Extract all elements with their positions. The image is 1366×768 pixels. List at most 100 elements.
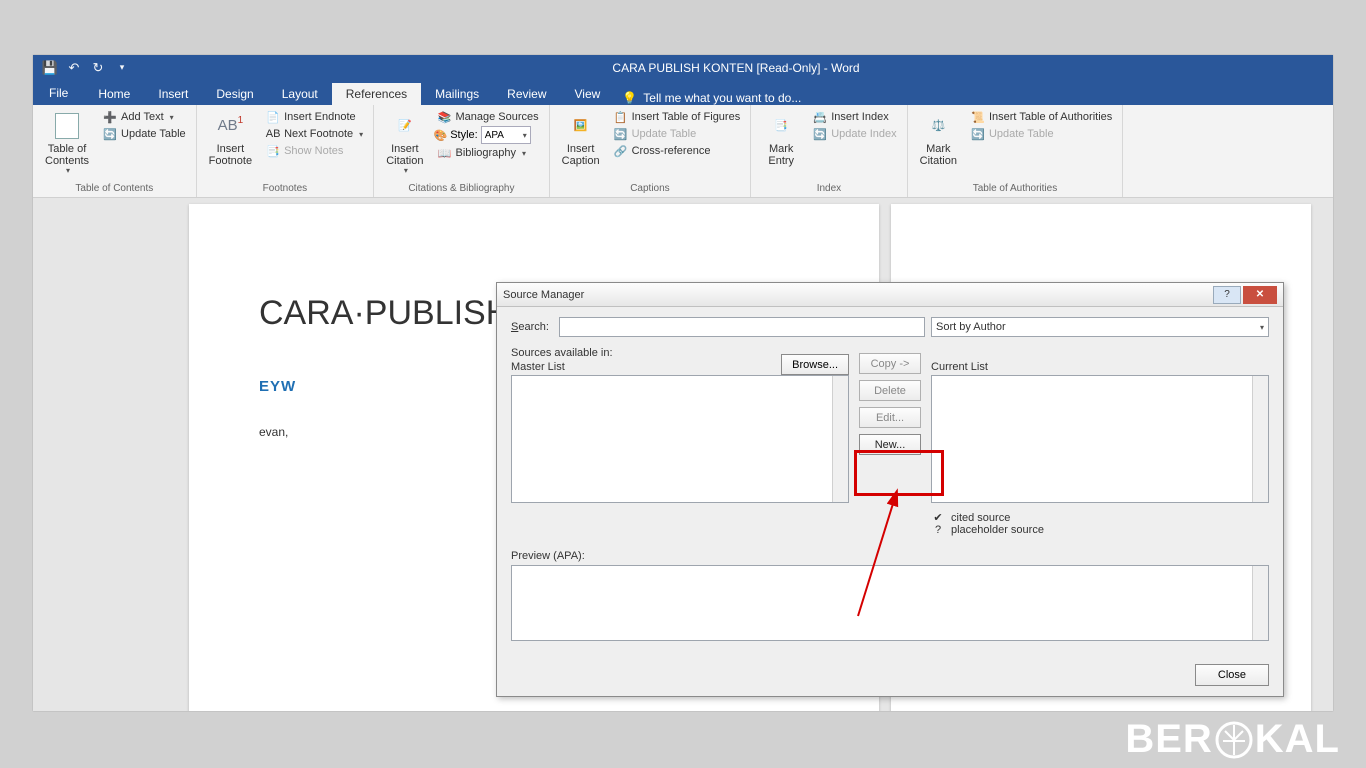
figures-icon: 📋 xyxy=(614,110,628,124)
scrollbar[interactable] xyxy=(832,376,848,502)
insert-footnote-button[interactable]: AB1 Insert Footnote xyxy=(203,109,258,169)
group-citations: 📝 Insert Citation▾ 📚Manage Sources 🎨 Sty… xyxy=(374,105,549,197)
chevron-down-icon: ▾ xyxy=(1260,323,1264,332)
mark-citation-icon: ⚖️ xyxy=(923,111,953,141)
mark-entry-icon: 📑 xyxy=(766,111,796,141)
dialog-help-button[interactable]: ? xyxy=(1213,286,1241,304)
scrollbar[interactable] xyxy=(1252,566,1268,640)
insert-index-button[interactable]: 📇Insert Index xyxy=(809,109,900,125)
tab-design[interactable]: Design xyxy=(202,83,267,105)
group-captions: 🖼️ Insert Caption 📋Insert Table of Figur… xyxy=(550,105,752,197)
preview-box xyxy=(511,565,1269,641)
tab-home[interactable]: Home xyxy=(84,83,144,105)
tell-me-placeholder: Tell me what you want to do... xyxy=(643,91,801,105)
insert-table-of-figures-button[interactable]: 📋Insert Table of Figures xyxy=(610,109,745,125)
group-label-authorities: Table of Authorities xyxy=(973,183,1058,195)
tab-layout[interactable]: Layout xyxy=(268,83,332,105)
update-figures-icon: 🔄 xyxy=(614,127,628,141)
cross-ref-icon: 🔗 xyxy=(614,144,628,158)
style-combo[interactable]: APA▾ xyxy=(481,126,531,144)
ribbon-tabs: File Home Insert Design Layout Reference… xyxy=(33,80,1333,105)
update-authorities-button[interactable]: 🔄Update Table xyxy=(967,126,1116,142)
current-list-box[interactable] xyxy=(931,375,1269,503)
save-icon[interactable]: 💾 xyxy=(43,61,57,75)
authorities-icon: 📜 xyxy=(971,110,985,124)
insert-endnote-button[interactable]: 📄Insert Endnote xyxy=(262,109,367,125)
mark-citation-button[interactable]: ⚖️ Mark Citation xyxy=(914,109,963,169)
browse-button[interactable]: Browse... xyxy=(781,354,849,375)
sort-combo[interactable]: Sort by Author ▾ xyxy=(931,317,1269,337)
group-label-index: Index xyxy=(817,183,841,195)
caption-icon: 🖼️ xyxy=(566,111,596,141)
tab-file[interactable]: File xyxy=(33,81,84,105)
edit-button[interactable]: Edit... xyxy=(859,407,921,428)
search-input[interactable] xyxy=(559,317,925,337)
redo-icon[interactable]: ↻ xyxy=(91,61,105,75)
group-index: 📑 Mark Entry 📇Insert Index 🔄Update Index… xyxy=(751,105,907,197)
footnote-icon: AB1 xyxy=(215,111,245,141)
group-label-footnotes: Footnotes xyxy=(263,183,307,195)
next-footnote-button[interactable]: ABNext Footnote▾ xyxy=(262,126,367,142)
tab-view[interactable]: View xyxy=(561,83,615,105)
manage-sources-icon: 📚 xyxy=(437,110,451,124)
master-list-label: Master List xyxy=(511,361,613,373)
add-text-icon: ➕ xyxy=(103,110,117,124)
tab-mailings[interactable]: Mailings xyxy=(421,83,493,105)
sources-available-label: Sources available in: xyxy=(511,347,613,359)
undo-icon[interactable]: ↶ xyxy=(67,61,81,75)
update-table-figures-button[interactable]: 🔄Update Table xyxy=(610,126,745,142)
citation-style-row: 🎨 Style: APA▾ xyxy=(433,126,542,144)
dialog-titlebar[interactable]: Source Manager ? ✕ xyxy=(497,283,1283,307)
watermark: BERKAL xyxy=(1125,717,1340,762)
delete-button[interactable]: Delete xyxy=(859,380,921,401)
group-footnotes: AB1 Insert Footnote 📄Insert Endnote ABNe… xyxy=(197,105,375,197)
master-list-box[interactable] xyxy=(511,375,849,503)
tell-me-search[interactable]: 💡 Tell me what you want to do... xyxy=(614,91,809,105)
qat-customize-icon[interactable]: ▾ xyxy=(115,61,129,75)
bibliography-icon: 📖 xyxy=(437,146,451,160)
group-label-toc: Table of Contents xyxy=(75,183,153,195)
update-table-button[interactable]: 🔄Update Table xyxy=(99,126,190,142)
insert-index-icon: 📇 xyxy=(813,110,827,124)
insert-authorities-button[interactable]: 📜Insert Table of Authorities xyxy=(967,109,1116,125)
current-list-label: Current List xyxy=(931,361,1269,373)
tab-review[interactable]: Review xyxy=(493,83,560,105)
preview-label: Preview (APA): xyxy=(511,550,1269,562)
group-authorities: ⚖️ Mark Citation 📜Insert Table of Author… xyxy=(908,105,1124,197)
style-icon: 🎨 xyxy=(433,129,447,142)
tab-insert[interactable]: Insert xyxy=(144,83,202,105)
title-bar: 💾 ↶ ↻ ▾ CARA PUBLISH KONTEN [Read-Only] … xyxy=(33,55,1333,80)
question-icon: ? xyxy=(931,524,945,536)
insert-citation-button[interactable]: 📝 Insert Citation▾ xyxy=(380,109,429,178)
ribbon: Table of Contents▾ ➕Add Text▾ 🔄Update Ta… xyxy=(33,105,1333,198)
tab-references[interactable]: References xyxy=(332,83,421,105)
close-button[interactable]: Close xyxy=(1195,664,1269,686)
update-auth-icon: 🔄 xyxy=(971,127,985,141)
show-notes-button[interactable]: 📑Show Notes xyxy=(262,143,367,159)
search-label: Search: xyxy=(511,321,553,333)
insert-caption-button[interactable]: 🖼️ Insert Caption xyxy=(556,109,606,169)
toc-icon xyxy=(52,111,82,141)
table-of-contents-button[interactable]: Table of Contents▾ xyxy=(39,109,95,178)
window-title: CARA PUBLISH KONTEN [Read-Only] - Word xyxy=(139,61,1333,75)
new-button[interactable]: New... xyxy=(859,434,921,455)
group-label-citations: Citations & Bibliography xyxy=(408,183,514,195)
cross-reference-button[interactable]: 🔗Cross-reference xyxy=(610,143,745,159)
lightbulb-icon: 💡 xyxy=(622,91,637,105)
update-index-button[interactable]: 🔄Update Index xyxy=(809,126,900,142)
copy-button[interactable]: Copy -> xyxy=(859,353,921,374)
source-manager-dialog: Source Manager ? ✕ Search: Sort by Autho… xyxy=(496,282,1284,697)
mark-entry-button[interactable]: 📑 Mark Entry xyxy=(757,109,805,169)
dialog-title: Source Manager xyxy=(503,289,1211,301)
quick-access-toolbar: 💾 ↶ ↻ ▾ xyxy=(33,61,139,75)
bibliography-button[interactable]: 📖Bibliography▾ xyxy=(433,145,542,161)
show-notes-icon: 📑 xyxy=(266,144,280,158)
scrollbar[interactable] xyxy=(1252,376,1268,502)
dialog-close-button[interactable]: ✕ xyxy=(1243,286,1277,304)
check-icon: ✔ xyxy=(931,511,945,524)
next-footnote-icon: AB xyxy=(266,127,280,141)
sort-value: Sort by Author xyxy=(936,321,1006,333)
add-text-button[interactable]: ➕Add Text▾ xyxy=(99,109,190,125)
manage-sources-button[interactable]: 📚Manage Sources xyxy=(433,109,542,125)
group-label-captions: Captions xyxy=(630,183,669,195)
